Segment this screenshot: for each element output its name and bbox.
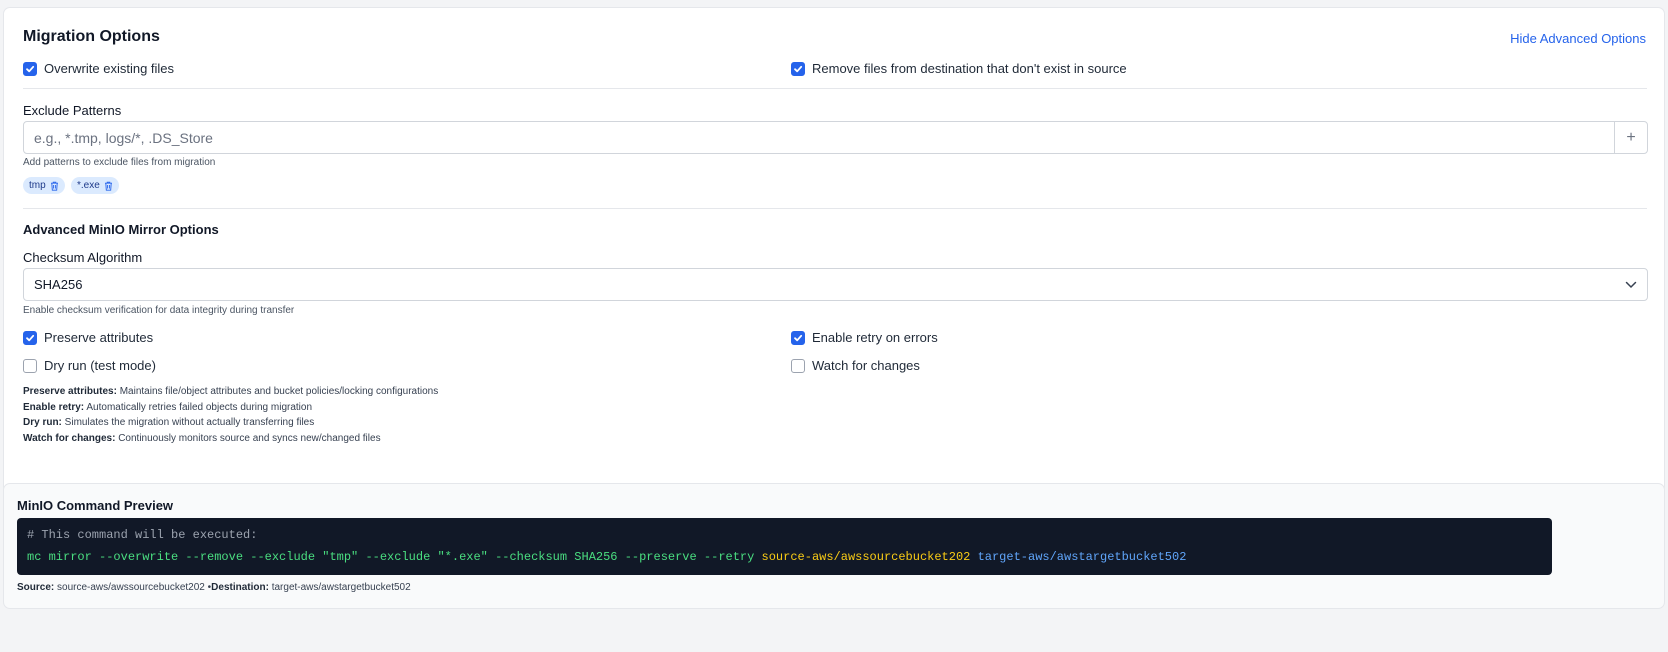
tag-label: tmp bbox=[29, 180, 46, 191]
description-text: Simulates the migration without actually… bbox=[61, 417, 315, 428]
dry-run-option[interactable]: Dry run (test mode) bbox=[23, 358, 156, 373]
description-term: Enable retry: bbox=[23, 401, 85, 413]
source-label: Source: bbox=[17, 582, 55, 593]
check-icon bbox=[794, 334, 803, 341]
section-title: Migration Options bbox=[23, 28, 160, 45]
remove-checkbox[interactable] bbox=[791, 61, 805, 76]
retry-checkbox[interactable] bbox=[791, 330, 805, 345]
description-text: Maintains file/object attributes and buc… bbox=[116, 386, 439, 397]
tag-label: *.exe bbox=[77, 180, 100, 191]
exclude-help-text: Add patterns to exclude files from migra… bbox=[23, 157, 216, 168]
remove-option[interactable]: Remove files from destination that don't… bbox=[791, 61, 1127, 76]
advanced-options-title: Advanced MinIO Mirror Options bbox=[23, 222, 219, 237]
exclude-pattern-field: + bbox=[23, 121, 1648, 154]
description-text: Continuously monitors source and syncs n… bbox=[115, 432, 381, 444]
command-footer: Source: source-aws/awssourcebucket202 •D… bbox=[17, 582, 411, 593]
destination-value: target-aws/awstargetbucket502 bbox=[268, 582, 411, 593]
retry-label: Enable retry on errors bbox=[812, 330, 938, 345]
checksum-label: Checksum Algorithm bbox=[23, 250, 143, 265]
overwrite-option[interactable]: Overwrite existing files bbox=[23, 61, 174, 76]
checksum-select[interactable]: SHA256 bbox=[23, 268, 1648, 301]
trash-icon[interactable] bbox=[104, 181, 113, 191]
dry-run-checkbox[interactable] bbox=[23, 358, 37, 373]
command-preview-card: MinIO Command Preview # This command wil… bbox=[4, 484, 1664, 608]
preserve-label: Preserve attributes bbox=[44, 330, 154, 345]
description-term: Preserve attributes: bbox=[23, 386, 117, 397]
checksum-help-text: Enable checksum verification for data in… bbox=[23, 305, 295, 316]
divider bbox=[23, 208, 1647, 209]
source-value: source-aws/awssourcebucket202 bbox=[54, 582, 205, 593]
add-pattern-button[interactable]: + bbox=[1614, 122, 1647, 153]
check-icon bbox=[26, 334, 35, 341]
description-line: Preserve attributes: Maintains file/obje… bbox=[23, 384, 438, 400]
dry-run-label: Dry run (test mode) bbox=[44, 358, 156, 373]
command-target: target-aws/awstargetbucket502 bbox=[977, 550, 1187, 564]
watch-option[interactable]: Watch for changes bbox=[791, 358, 920, 373]
description-line: Enable retry: Automatically retries fail… bbox=[23, 400, 438, 416]
command-comment: # This command will be executed: bbox=[27, 528, 258, 542]
options-descriptions: Preserve attributes: Maintains file/obje… bbox=[23, 384, 438, 446]
command-preview-title: MinIO Command Preview bbox=[17, 498, 174, 513]
overwrite-checkbox[interactable] bbox=[23, 61, 37, 76]
checksum-value: SHA256 bbox=[34, 277, 83, 292]
destination-label: Destination: bbox=[211, 582, 269, 593]
migration-options-card: Migration Options Hide Advanced Options … bbox=[4, 8, 1664, 492]
description-term: Watch for changes: bbox=[23, 432, 116, 444]
divider bbox=[23, 88, 1647, 89]
command-text: mc mirror --overwrite --remove --exclude… bbox=[27, 550, 755, 564]
description-line: Watch for changes: Continuously monitors… bbox=[23, 431, 438, 447]
chevron-down-icon bbox=[1625, 281, 1637, 288]
command-line: mc mirror --overwrite --remove --exclude… bbox=[27, 550, 1542, 564]
overwrite-label: Overwrite existing files bbox=[44, 61, 175, 76]
command-terminal: # This command will be executed: mc mirr… bbox=[17, 518, 1552, 575]
trash-icon[interactable] bbox=[50, 181, 59, 191]
exclude-tag: *.exe bbox=[71, 177, 119, 194]
exclude-tag: tmp bbox=[23, 177, 65, 194]
watch-checkbox[interactable] bbox=[791, 358, 805, 373]
check-icon bbox=[26, 65, 35, 72]
remove-label: Remove files from destination that don't… bbox=[812, 61, 1127, 76]
description-term: Dry run: bbox=[23, 417, 62, 428]
exclude-patterns-label: Exclude Patterns bbox=[23, 103, 122, 118]
description-text: Automatically retries failed objects dur… bbox=[84, 401, 313, 413]
hide-advanced-options-link[interactable]: Hide Advanced Options bbox=[1510, 31, 1646, 46]
description-line: Dry run: Simulates the migration without… bbox=[23, 415, 438, 431]
watch-label: Watch for changes bbox=[812, 358, 920, 373]
check-icon bbox=[794, 65, 803, 72]
exclude-pattern-input[interactable] bbox=[24, 122, 1614, 153]
retry-option[interactable]: Enable retry on errors bbox=[791, 330, 938, 345]
command-source: source-aws/awssourcebucket202 bbox=[761, 550, 971, 564]
preserve-checkbox[interactable] bbox=[23, 330, 37, 345]
preserve-option[interactable]: Preserve attributes bbox=[23, 330, 153, 345]
